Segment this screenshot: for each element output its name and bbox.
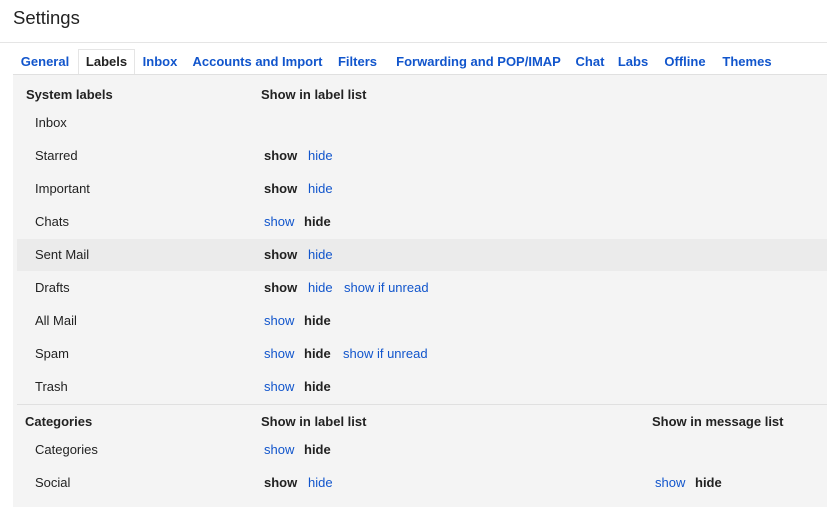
label-row-sent-mail: Sent Mail show hide: [17, 239, 827, 271]
show-option-selected: show: [264, 475, 298, 490]
label-row-inbox: Inbox: [17, 107, 827, 139]
label-row-trash: Trash show hide: [17, 371, 827, 403]
tab-offline[interactable]: Offline: [662, 50, 708, 74]
hide-link[interactable]: hide: [308, 272, 333, 304]
show-link[interactable]: show: [264, 434, 294, 466]
hide-link[interactable]: hide: [308, 239, 333, 271]
label-row-all-mail: All Mail show hide: [17, 305, 827, 337]
tab-accounts-and-import[interactable]: Accounts and Import: [190, 50, 325, 74]
show-if-unread-link[interactable]: show if unread: [344, 272, 429, 304]
title-divider: [0, 42, 827, 43]
label-row-important: Important show hide: [17, 173, 827, 205]
tab-labels[interactable]: Labels: [78, 49, 135, 74]
message-list-show-link[interactable]: show: [655, 467, 685, 499]
tab-filters[interactable]: Filters: [333, 50, 382, 74]
label-name: Chats: [35, 214, 69, 229]
hide-link[interactable]: hide: [308, 173, 333, 205]
label-name: Inbox: [35, 115, 67, 130]
label-row-chats: Chats show hide: [17, 206, 827, 238]
tab-chat[interactable]: Chat: [574, 50, 606, 74]
label-name: Drafts: [35, 280, 70, 295]
label-row-spam: Spam show hide show if unread: [17, 338, 827, 370]
label-name: Spam: [35, 346, 69, 361]
label-name: Important: [35, 181, 90, 196]
label-row-social: Social show hide show hide: [17, 467, 827, 499]
message-list-hide-option-selected: hide: [695, 475, 722, 490]
show-option-selected: show: [264, 181, 298, 196]
label-name: Trash: [35, 379, 68, 394]
settings-tabs: General Labels Inbox Accounts and Import…: [13, 49, 827, 75]
section-divider: [17, 404, 827, 405]
hide-option-selected: hide: [304, 442, 331, 457]
show-option-selected: show: [264, 247, 298, 262]
tab-forwarding-pop-imap[interactable]: Forwarding and POP/IMAP: [390, 50, 567, 74]
page-title: Settings: [13, 7, 80, 28]
tab-general[interactable]: General: [13, 50, 77, 74]
tab-inbox[interactable]: Inbox: [137, 50, 183, 74]
show-link[interactable]: show: [264, 371, 294, 403]
tab-labs[interactable]: Labs: [616, 50, 650, 74]
show-if-unread-link[interactable]: show if unread: [343, 338, 428, 370]
hide-link[interactable]: hide: [308, 467, 333, 499]
label-name: Starred: [35, 148, 78, 163]
show-option-selected: show: [264, 148, 298, 163]
show-option-selected: show: [264, 280, 298, 295]
hide-option-selected: hide: [304, 379, 331, 394]
label-name: All Mail: [35, 313, 77, 328]
label-row-starred: Starred show hide: [17, 140, 827, 172]
label-name: Social: [35, 475, 71, 490]
label-name: Categories: [35, 442, 98, 457]
hide-option-selected: hide: [304, 346, 331, 361]
tab-themes[interactable]: Themes: [719, 50, 775, 74]
label-row-categories: Categories show hide: [17, 434, 827, 466]
show-link[interactable]: show: [264, 305, 294, 337]
show-link[interactable]: show: [264, 338, 294, 370]
hide-link[interactable]: hide: [308, 140, 333, 172]
labels-panel: System labels Show in label list Inbox S…: [13, 74, 827, 507]
label-row-drafts: Drafts show hide show if unread: [17, 272, 827, 304]
show-link[interactable]: show: [264, 206, 294, 238]
hide-option-selected: hide: [304, 313, 331, 328]
label-name: Sent Mail: [35, 247, 90, 262]
hide-option-selected: hide: [304, 214, 331, 229]
